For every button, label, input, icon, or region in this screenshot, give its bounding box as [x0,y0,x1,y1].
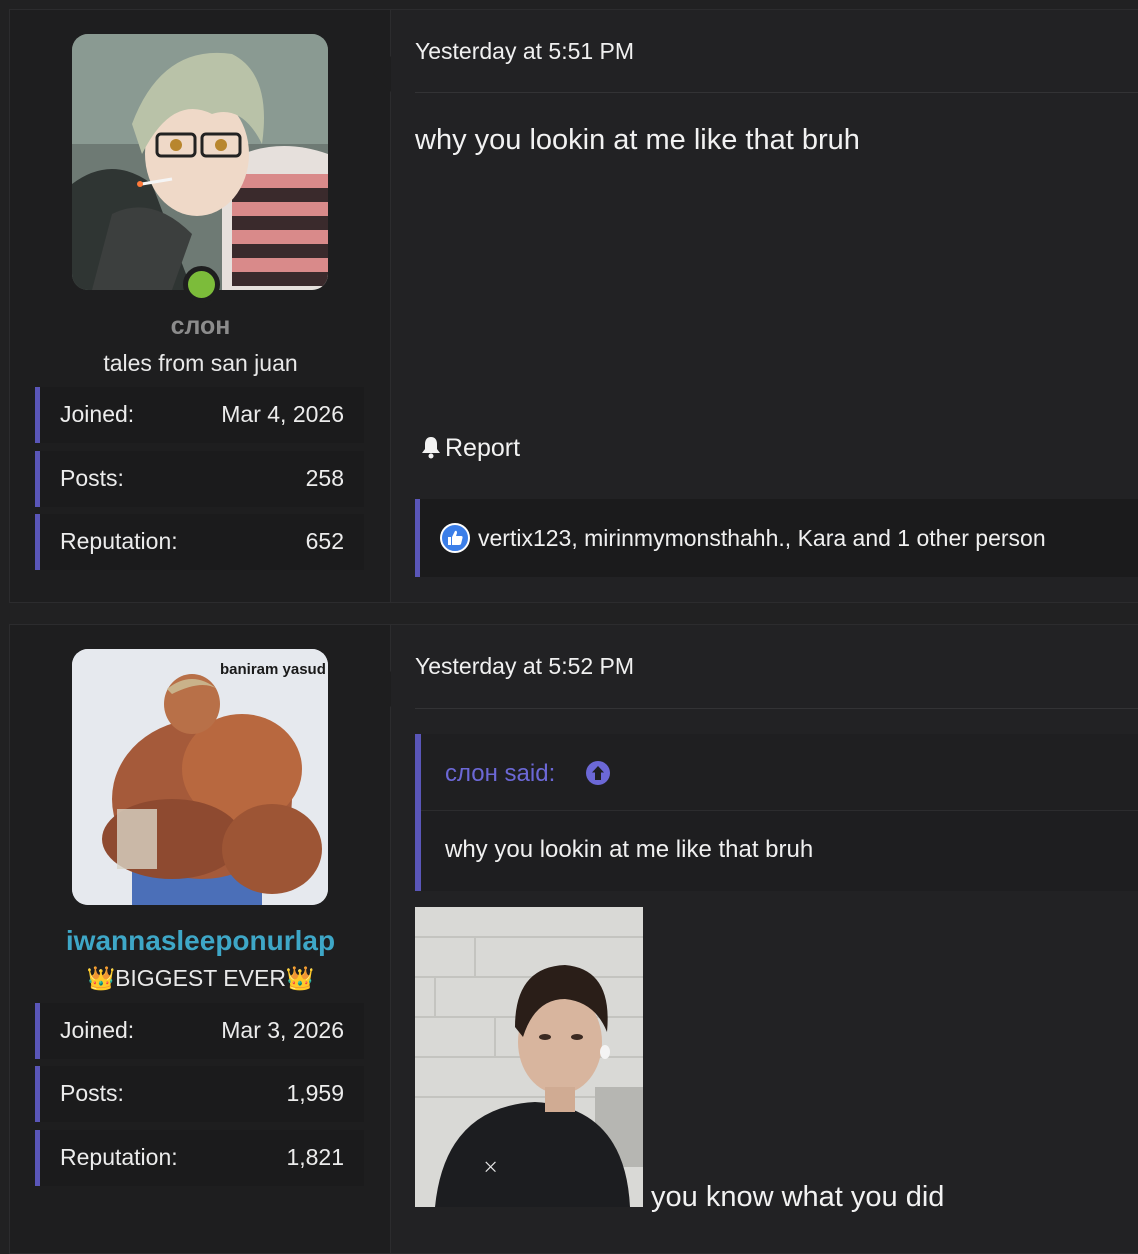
stat-value: 1,821 [286,1144,344,1170]
username[interactable]: iwannasleeponurlap [10,925,391,957]
stat-label: Posts: [60,465,124,491]
stat-value: 258 [305,465,344,491]
stat-label: Reputation: [60,528,178,554]
arrow-up-circle-icon[interactable] [585,760,611,786]
report-label: Report [445,434,521,462]
quote-header: слон said: [421,734,1138,811]
like-icon [440,523,470,553]
quote-body: why you lookin at me like that bruh [445,836,814,863]
post: baniram yasud iwannasleeponurlap 👑BIGGES… [9,624,1138,1254]
stat-reputation: Reputation: 652 [35,514,364,570]
post-message: you know what you did [651,1181,945,1213]
post-content: Yesterday at 5:51 PM why you lookin at m… [415,10,1138,602]
user-panel-pointer [373,671,391,707]
stat-label: Reputation: [60,1144,178,1170]
divider [415,708,1138,709]
user-panel-pointer [373,56,391,92]
post-timestamp[interactable]: Yesterday at 5:51 PM [415,38,634,65]
user-info-panel: слон tales from san juan Joined: Mar 4, … [10,10,391,602]
user-info-panel: baniram yasud iwannasleeponurlap 👑BIGGES… [10,625,391,1253]
username[interactable]: слон [10,312,391,341]
stat-value: Mar 3, 2026 [221,1017,344,1043]
stat-label: Joined: [60,1017,135,1043]
stat-joined: Joined: Mar 3, 2026 [35,1003,364,1059]
quote-author[interactable]: слон said: [445,760,555,788]
quote-block: слон said: why you lookin at me like tha… [415,734,1138,891]
svg-text:⨉: ⨉ [485,1159,496,1175]
attached-photo[interactable]: ⨉ [415,907,643,1207]
stat-label: Posts: [60,1080,124,1106]
avatar[interactable]: baniram yasud [72,649,328,905]
post-message: why you lookin at me like that bruh [415,124,860,156]
avatar[interactable] [72,34,328,290]
stat-joined: Joined: Mar 4, 2026 [35,387,364,443]
stat-value: Mar 4, 2026 [221,401,344,427]
stat-value: 1,959 [286,1080,344,1106]
bell-icon [422,437,440,459]
post: слон tales from san juan Joined: Mar 4, … [9,9,1138,603]
stat-value: 652 [305,528,344,554]
divider [415,92,1138,93]
stat-posts: Posts: 258 [35,451,364,507]
reactions-text[interactable]: vertix123, mirinmymonsthahh., Kara and 1… [478,525,1046,552]
user-title: 👑BIGGEST EVER👑 [86,965,315,991]
post-content: Yesterday at 5:52 PM слон said: why you … [415,625,1138,1253]
reactions-bar[interactable]: vertix123, mirinmymonsthahh., Kara and 1… [415,499,1138,577]
stat-posts: Posts: 1,959 [35,1066,364,1122]
report-button[interactable]: Report [419,434,520,463]
avatar-text: baniram yasud [220,661,326,678]
online-status-indicator [183,266,220,303]
user-title: tales from san juan [103,350,298,376]
stat-reputation: Reputation: 1,821 [35,1130,364,1186]
stat-label: Joined: [60,401,135,427]
post-timestamp[interactable]: Yesterday at 5:52 PM [415,653,634,680]
